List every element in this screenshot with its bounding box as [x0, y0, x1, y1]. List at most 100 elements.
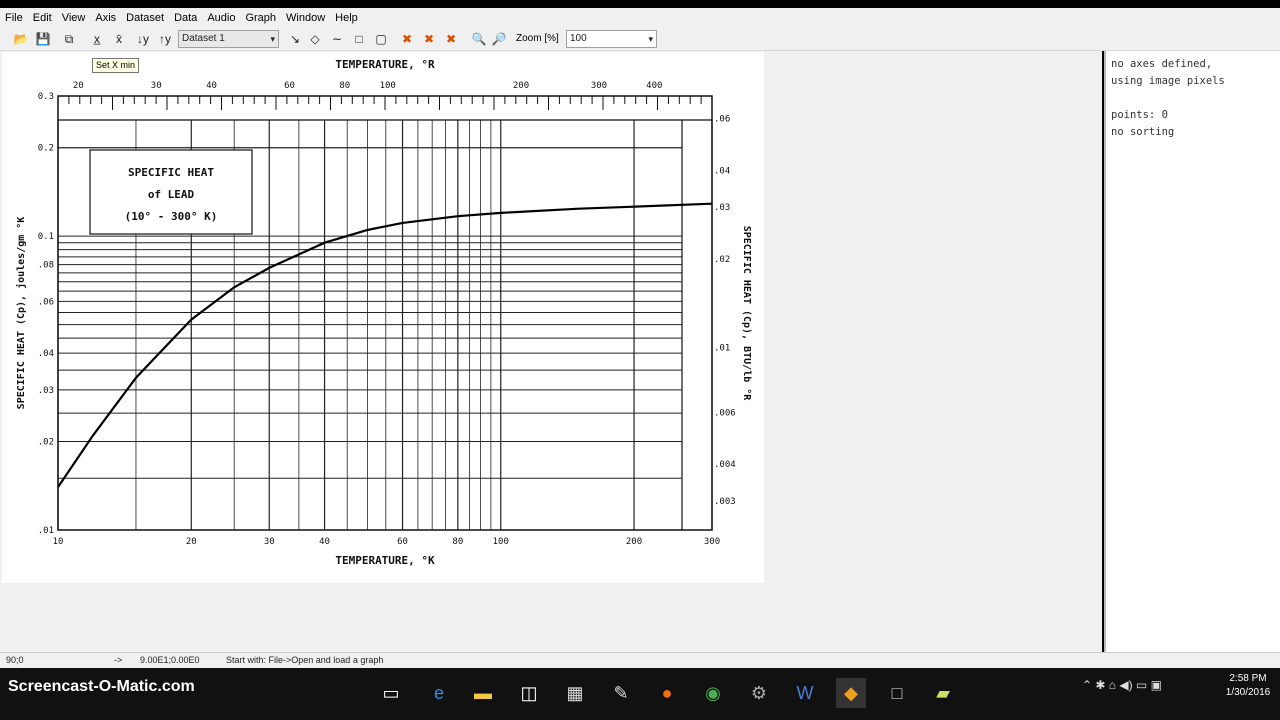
zoom-select-value: 100: [570, 33, 587, 44]
delete-points-icon[interactable]: ✖: [420, 30, 438, 48]
menu-audio[interactable]: Audio: [202, 8, 240, 28]
x-tick-label: 40: [319, 537, 330, 547]
title-box-line-3: (10° - 300° K): [125, 210, 218, 223]
y-tick-label: .01: [38, 526, 54, 536]
menu-edit[interactable]: Edit: [28, 8, 57, 28]
menu-data[interactable]: Data: [169, 8, 202, 28]
info-line-3: points: 0: [1111, 109, 1168, 121]
menu-axis[interactable]: Axis: [90, 8, 121, 28]
top-tick-label: 40: [206, 81, 217, 91]
specific-heat-curve: [57, 202, 713, 488]
x-tick-label: 30: [264, 537, 275, 547]
top-tick-label: 300: [591, 81, 607, 91]
task-view-icon[interactable]: ▭: [376, 678, 406, 708]
right-tick-label: .03: [714, 203, 730, 213]
rectangle-filled-icon[interactable]: ▢: [372, 30, 390, 48]
set-y-max-icon[interactable]: ↑y: [156, 30, 174, 48]
left-axis-title: SPECIFIC HEAT (Cp), joules/gm °K: [15, 217, 27, 410]
chrome-icon[interactable]: ◉: [698, 678, 728, 708]
file-explorer-icon[interactable]: ▬: [468, 678, 498, 708]
bottom-axis-title: TEMPERATURE, °K: [335, 554, 435, 567]
set-x-max-icon[interactable]: x̄: [110, 30, 128, 48]
y-tick-label: .06: [38, 297, 54, 307]
status-hint: Start with: File->Open and load a graph: [226, 655, 384, 665]
chevron-down-icon: ▾: [270, 34, 275, 44]
top-tick-label: 100: [380, 81, 396, 91]
pick-point-icon[interactable]: ↘: [286, 30, 304, 48]
system-tray: ⌃ ✱ ⌂ ◀) ▭ ▣: [1082, 678, 1162, 692]
chevron-down-icon: ▾: [648, 34, 653, 44]
x-tick-label: 300: [704, 537, 720, 547]
y-tick-label: 0.1: [38, 232, 54, 242]
menu-file[interactable]: File: [0, 8, 28, 28]
tool-icon[interactable]: ⚙: [744, 678, 774, 708]
calculator-icon[interactable]: ▦: [560, 678, 590, 708]
y-tick-label: .08: [38, 261, 54, 271]
toolbar: 📂 💾 ⧉ x̲ x̄ ↓y ↑y Dataset 1 ▾ ↘ ◇ ∼ □ ▢ ✖…: [0, 28, 1280, 51]
title-box-line-2: of LEAD: [148, 188, 195, 201]
right-axis-title: SPECIFIC HEAT (Cp), BTU/lb °R: [741, 226, 752, 402]
title-box-line-1: SPECIFIC HEAT: [128, 166, 214, 179]
info-line-4: no sorting: [1111, 126, 1175, 138]
info-panel: no axes defined, using image pixels poin…: [1104, 51, 1280, 652]
edge-icon[interactable]: e: [424, 678, 454, 708]
folder-icon[interactable]: ▰: [928, 678, 958, 708]
open-icon[interactable]: 📂: [12, 30, 30, 48]
right-tick-label: .02: [714, 255, 730, 265]
x-tick-label: 60: [397, 537, 408, 547]
specific-heat-chart: 20 30 40 60 80 100 200 300 400 10 20 30 40 60 80 100 200…: [15, 58, 752, 567]
status-arrow: ->: [114, 655, 123, 665]
window-icon[interactable]: □: [882, 678, 912, 708]
top-tick-label: 60: [284, 81, 295, 91]
delete-all-icon[interactable]: ✖: [442, 30, 460, 48]
zoom-out-icon[interactable]: 🔎: [490, 30, 508, 48]
menu-view[interactable]: View: [57, 8, 91, 28]
right-tick-label: .006: [714, 408, 736, 418]
screencast-brand: Screencast-O-Matic.com: [8, 678, 195, 695]
save-icon[interactable]: 💾: [34, 30, 52, 48]
rectangle-icon[interactable]: □: [350, 30, 368, 48]
top-tick-label: 400: [646, 81, 662, 91]
clock-time: 2:58 PM: [1229, 673, 1267, 684]
y-tick-label: .02: [38, 438, 54, 448]
dataset-select[interactable]: Dataset 1 ▾: [178, 30, 279, 48]
firefox-icon[interactable]: ●: [652, 678, 682, 708]
right-tick-label: .003: [714, 497, 736, 507]
copy-icon[interactable]: ⧉: [60, 30, 78, 48]
y-tick-label: 0.3: [38, 92, 54, 102]
right-tick-label: .04: [714, 166, 730, 176]
y-tick-label: .03: [38, 386, 54, 396]
store-icon[interactable]: ◫: [514, 678, 544, 708]
menu-window[interactable]: Window: [281, 8, 330, 28]
y-tick-label: .04: [38, 349, 54, 359]
dataset-select-value: Dataset 1: [182, 33, 225, 44]
top-tick-label: 20: [73, 81, 84, 91]
top-tick-label: 30: [151, 81, 162, 91]
menu-help[interactable]: Help: [330, 8, 363, 28]
menu-bar: File Edit View Axis Dataset Data Audio Graph Win…: [0, 8, 1280, 28]
delete-point-icon[interactable]: ✖: [398, 30, 416, 48]
x-tick-label: 80: [452, 537, 463, 547]
graph-image[interactable]: 20 30 40 60 80 100 200 300 400 10 20 30 40 60 80 100 200…: [2, 52, 764, 583]
editor-icon[interactable]: ✎: [606, 678, 636, 708]
clock[interactable]: 2:58 PM 1/30/2016: [1218, 672, 1278, 700]
zoom-in-icon[interactable]: 🔍: [470, 30, 488, 48]
top-axis-title: TEMPERATURE, °R: [335, 58, 435, 71]
info-line-1: no axes defined,: [1111, 58, 1213, 70]
diamond-icon[interactable]: ◇: [306, 30, 324, 48]
screencast-icon[interactable]: ◆: [836, 678, 866, 708]
tooltip: Set X min: [92, 58, 140, 73]
set-y-min-icon[interactable]: ↓y: [134, 30, 152, 48]
zoom-select[interactable]: 100 ▾: [566, 30, 657, 48]
right-tick-label: .004: [714, 460, 736, 470]
curve-icon[interactable]: ∼: [328, 30, 346, 48]
set-x-min-icon[interactable]: x̲: [88, 30, 106, 48]
x-tick-label: 10: [53, 537, 64, 547]
menu-graph[interactable]: Graph: [240, 8, 281, 28]
top-tick-label: 200: [513, 81, 529, 91]
status-bar: 90;0 -> 9.00E1;0.00E0 Start with: File->…: [0, 652, 1280, 669]
y-tick-label: 0.2: [38, 144, 54, 154]
word-icon[interactable]: W: [790, 678, 820, 708]
zoom-label: Zoom [%]: [516, 33, 559, 44]
menu-dataset[interactable]: Dataset: [121, 8, 169, 28]
